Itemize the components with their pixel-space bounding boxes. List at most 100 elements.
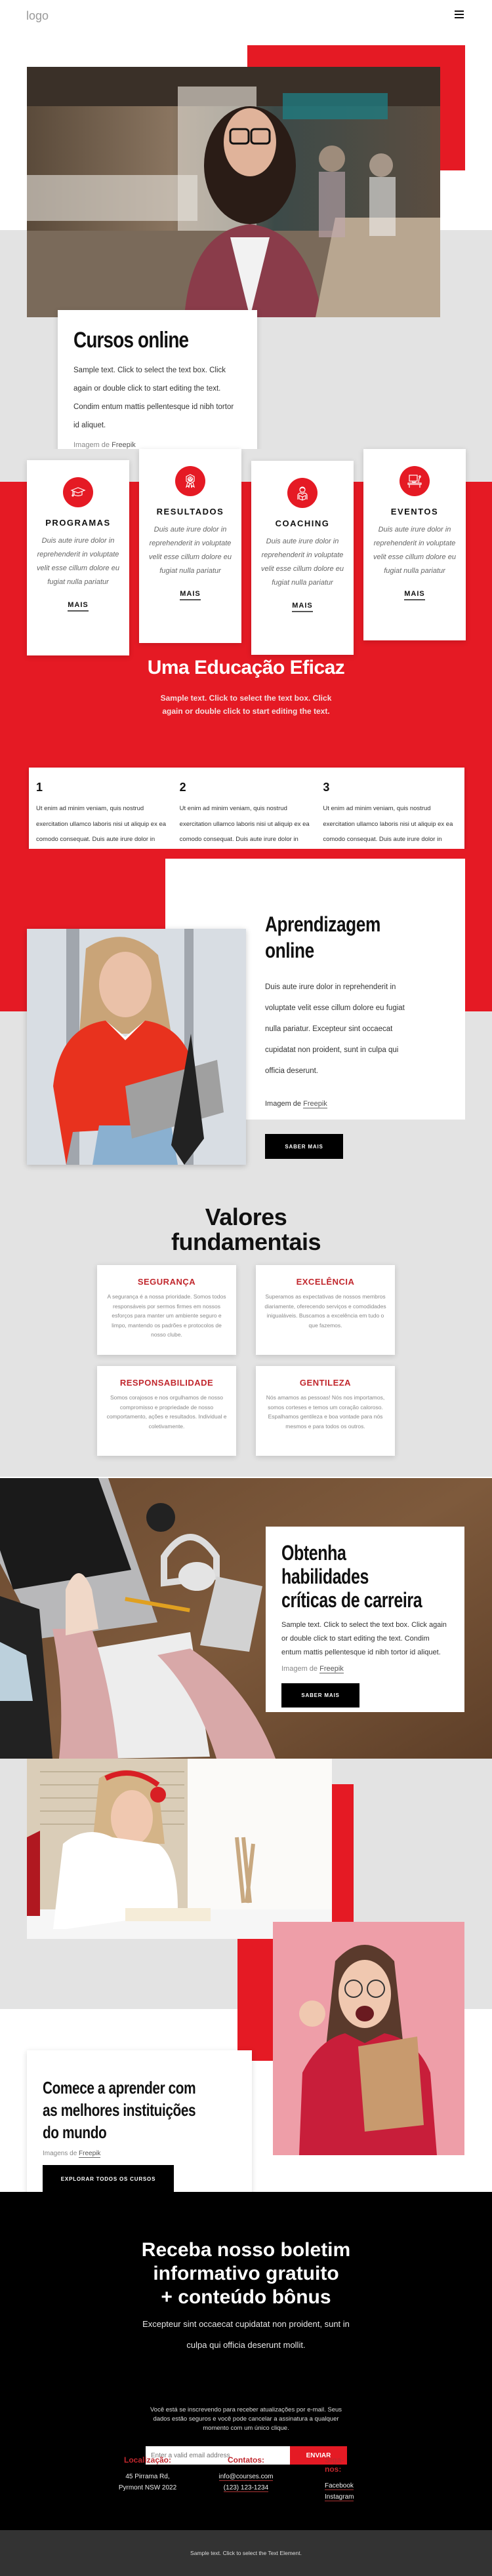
feature-title: EVENTOS — [390, 507, 439, 517]
value-card-gentileza: GENTILEZA Nós amamos as pessoas! Nós nos… — [256, 1366, 395, 1456]
newsletter-subtitle-line2: culpa qui officia deserunt mollit. — [186, 2340, 306, 2350]
education-subtitle-line1: Sample text. Click to select the text bo… — [160, 693, 332, 703]
learning-saber-mais-button[interactable]: SABER MAIS — [265, 1134, 343, 1159]
value-title: RESPONSABILIDADE — [119, 1378, 214, 1388]
email-link[interactable]: info@courses.com — [218, 2473, 274, 2481]
feature-title: COACHING — [275, 518, 330, 528]
education-title: Uma Educação Eficaz — [147, 657, 345, 678]
career-saber-mais-button[interactable]: SABER MAIS — [281, 1683, 359, 1708]
feature-card-resultados: RESULTADOS Duis aute irure dolor in repr… — [139, 449, 241, 643]
location-title: Localização: — [123, 2455, 172, 2465]
institutions-title-line2: as melhores instituições — [43, 2100, 196, 2120]
career-title-line1: Obtenha — [281, 1541, 346, 1565]
career-title-line3: críticas de carreira — [281, 1588, 422, 1612]
newsletter-title-line2: informativo gratuito — [153, 2263, 339, 2284]
value-card-excelencia: EXCELÊNCIA Superamos as expectativas de … — [256, 1265, 395, 1355]
credit-prefix: Imagem de — [73, 441, 110, 449]
excited-student-photo — [273, 1922, 464, 2155]
column-number: 3 — [323, 781, 330, 794]
value-text: Nós amamos as pessoas! Nós nos importamo… — [266, 1394, 385, 1430]
learning-credit: Imagem de Freepik — [265, 1100, 465, 1108]
facebook-link[interactable]: Facebook — [325, 2482, 354, 2490]
feature-mais-link[interactable]: MAIS — [292, 602, 313, 612]
institutions-title-line3: do mundo — [43, 2122, 107, 2142]
career-card: Obtenha habilidades críticas de carreira… — [266, 1527, 464, 1712]
feature-title: RESULTADOS — [156, 507, 224, 517]
explore-courses-button[interactable]: EXPLORAR TODOS OS CURSOS — [43, 2165, 174, 2193]
learning-title: Aprendizagem online — [265, 911, 429, 964]
institutions-title-line1: Comece a aprender com — [43, 2078, 196, 2098]
follow-title: Siga-nos: — [325, 2455, 344, 2474]
footer-location: Localização: 45 Pirrama Rd, Pyrmont NSW … — [98, 2455, 197, 2493]
value-text: Somos corajosos e nos orgulhamos de noss… — [106, 1394, 227, 1430]
logo[interactable]: logo — [26, 9, 49, 23]
value-title: SEGURANÇA — [137, 1277, 196, 1287]
hero-credit: Imagem de Freepik — [73, 441, 241, 450]
freepik-link[interactable]: Freepik — [319, 1665, 344, 1673]
newsletter-note-line2: dados estão seguros e você pode cancelar… — [153, 2415, 339, 2423]
newsletter-title-line3: + conteúdo bônus — [161, 2286, 331, 2308]
learning-title-line1: Aprendizagem — [265, 912, 380, 936]
newsletter-subtitle-line1: Excepteur sint occaecat cupidatat non pr… — [142, 2319, 350, 2329]
column-number: 1 — [36, 781, 43, 794]
studying-photo — [27, 1759, 332, 1939]
credit-prefix: Imagens de — [43, 2150, 77, 2157]
feature-card-eventos: EVENTOS Duis aute irure dolor in reprehe… — [363, 449, 466, 640]
value-card-seguranca: SEGURANÇA A segurança é a nossa priorida… — [97, 1265, 236, 1355]
footer-contacts: Contatos: info@courses.com (123) 123-123… — [197, 2455, 295, 2493]
student-reading-icon — [287, 478, 318, 508]
value-title: EXCELÊNCIA — [296, 1277, 355, 1287]
career-title-line2: habilidades — [281, 1565, 369, 1588]
hero-text: Sample text. Click to select the text bo… — [73, 366, 234, 429]
column-number: 2 — [179, 781, 186, 794]
feature-mais-link[interactable]: MAIS — [404, 590, 425, 600]
career-credit: Imagem de Freepik — [281, 1665, 449, 1673]
feature-card-programas: PROGRAMAS Duis aute irure dolor in repre… — [27, 460, 129, 655]
institutions-title: Comece a aprender com as melhores instit… — [43, 2077, 197, 2143]
feature-card-coaching: COACHING Duis aute irure dolor in repreh… — [251, 461, 354, 655]
credit-prefix: Imagem de — [265, 1100, 302, 1108]
graduation-cap-icon — [63, 477, 93, 507]
feature-text: Duis aute irure dolor in reprehenderit i… — [149, 526, 232, 575]
feature-text: Duis aute irure dolor in reprehenderit i… — [261, 537, 344, 587]
education-subtitle-line2: again or double click to start editing t… — [162, 707, 330, 716]
award-badge-icon — [175, 466, 205, 496]
newsletter-note-line1: Você está se inscrevendo para receber at… — [150, 2406, 342, 2413]
credit-prefix: Imagem de — [281, 1665, 318, 1673]
values-title: Valores fundamentais — [0, 1205, 492, 1255]
newsletter-title: Receba nosso boletim informativo gratuit… — [0, 2238, 492, 2309]
contacts-title: Contatos: — [228, 2455, 264, 2465]
value-card-responsabilidade: RESPONSABILIDADE Somos corajosos e nos o… — [97, 1366, 236, 1456]
learning-photo — [27, 929, 246, 1165]
feature-mais-link[interactable]: MAIS — [68, 601, 89, 612]
hero-title: Cursos online — [73, 328, 189, 353]
value-text: Superamos as expectativas de nossos memb… — [264, 1293, 386, 1329]
education-subtitle: Sample text. Click to select the text bo… — [0, 692, 492, 718]
newsletter-subtitle: Excepteur sint occaecat cupidatat non pr… — [0, 2314, 492, 2356]
address-line1: 45 Pirrama Rd, — [125, 2473, 170, 2480]
career-text: Sample text. Click to select the text bo… — [281, 1621, 447, 1656]
hamburger-menu-icon[interactable] — [455, 10, 464, 18]
value-text: A segurança é a nossa prioridade. Somos … — [107, 1293, 226, 1338]
learning-text: Duis aute irure dolor in reprehenderit i… — [265, 983, 405, 1075]
newsletter-note: Você está se inscrevendo para receber at… — [0, 2406, 492, 2433]
footer-follow: Siga-nos: Facebook Instagram — [325, 2455, 358, 2503]
feature-text: Duis aute irure dolor in reprehenderit i… — [37, 537, 119, 586]
footer-bottom-bar: Sample text. Click to select the Text El… — [0, 2530, 492, 2576]
learning-title-line2: online — [265, 939, 314, 962]
freepik-link[interactable]: Freepik — [303, 1100, 327, 1108]
footer-bottom-text: Sample text. Click to select the Text El… — [190, 2550, 302, 2556]
newsletter-title-line1: Receba nosso boletim — [141, 2239, 351, 2261]
hero-photo — [27, 67, 440, 317]
values-title-line2: fundamentais — [171, 1228, 321, 1255]
career-title: Obtenha habilidades críticas de carreira — [281, 1541, 422, 1612]
institutions-credit: Imagens de Freepik — [43, 2150, 236, 2158]
feature-title: PROGRAMAS — [45, 518, 111, 528]
feature-mais-link[interactable]: MAIS — [180, 590, 201, 600]
value-title: GENTILEZA — [299, 1378, 352, 1388]
instagram-link[interactable]: Instagram — [325, 2493, 354, 2501]
desk-computer-icon — [400, 466, 430, 496]
phone-link[interactable]: (123) 123-1234 — [223, 2484, 269, 2492]
feature-text: Duis aute irure dolor in reprehenderit i… — [373, 526, 456, 575]
freepik-link[interactable]: Freepik — [79, 2150, 101, 2158]
